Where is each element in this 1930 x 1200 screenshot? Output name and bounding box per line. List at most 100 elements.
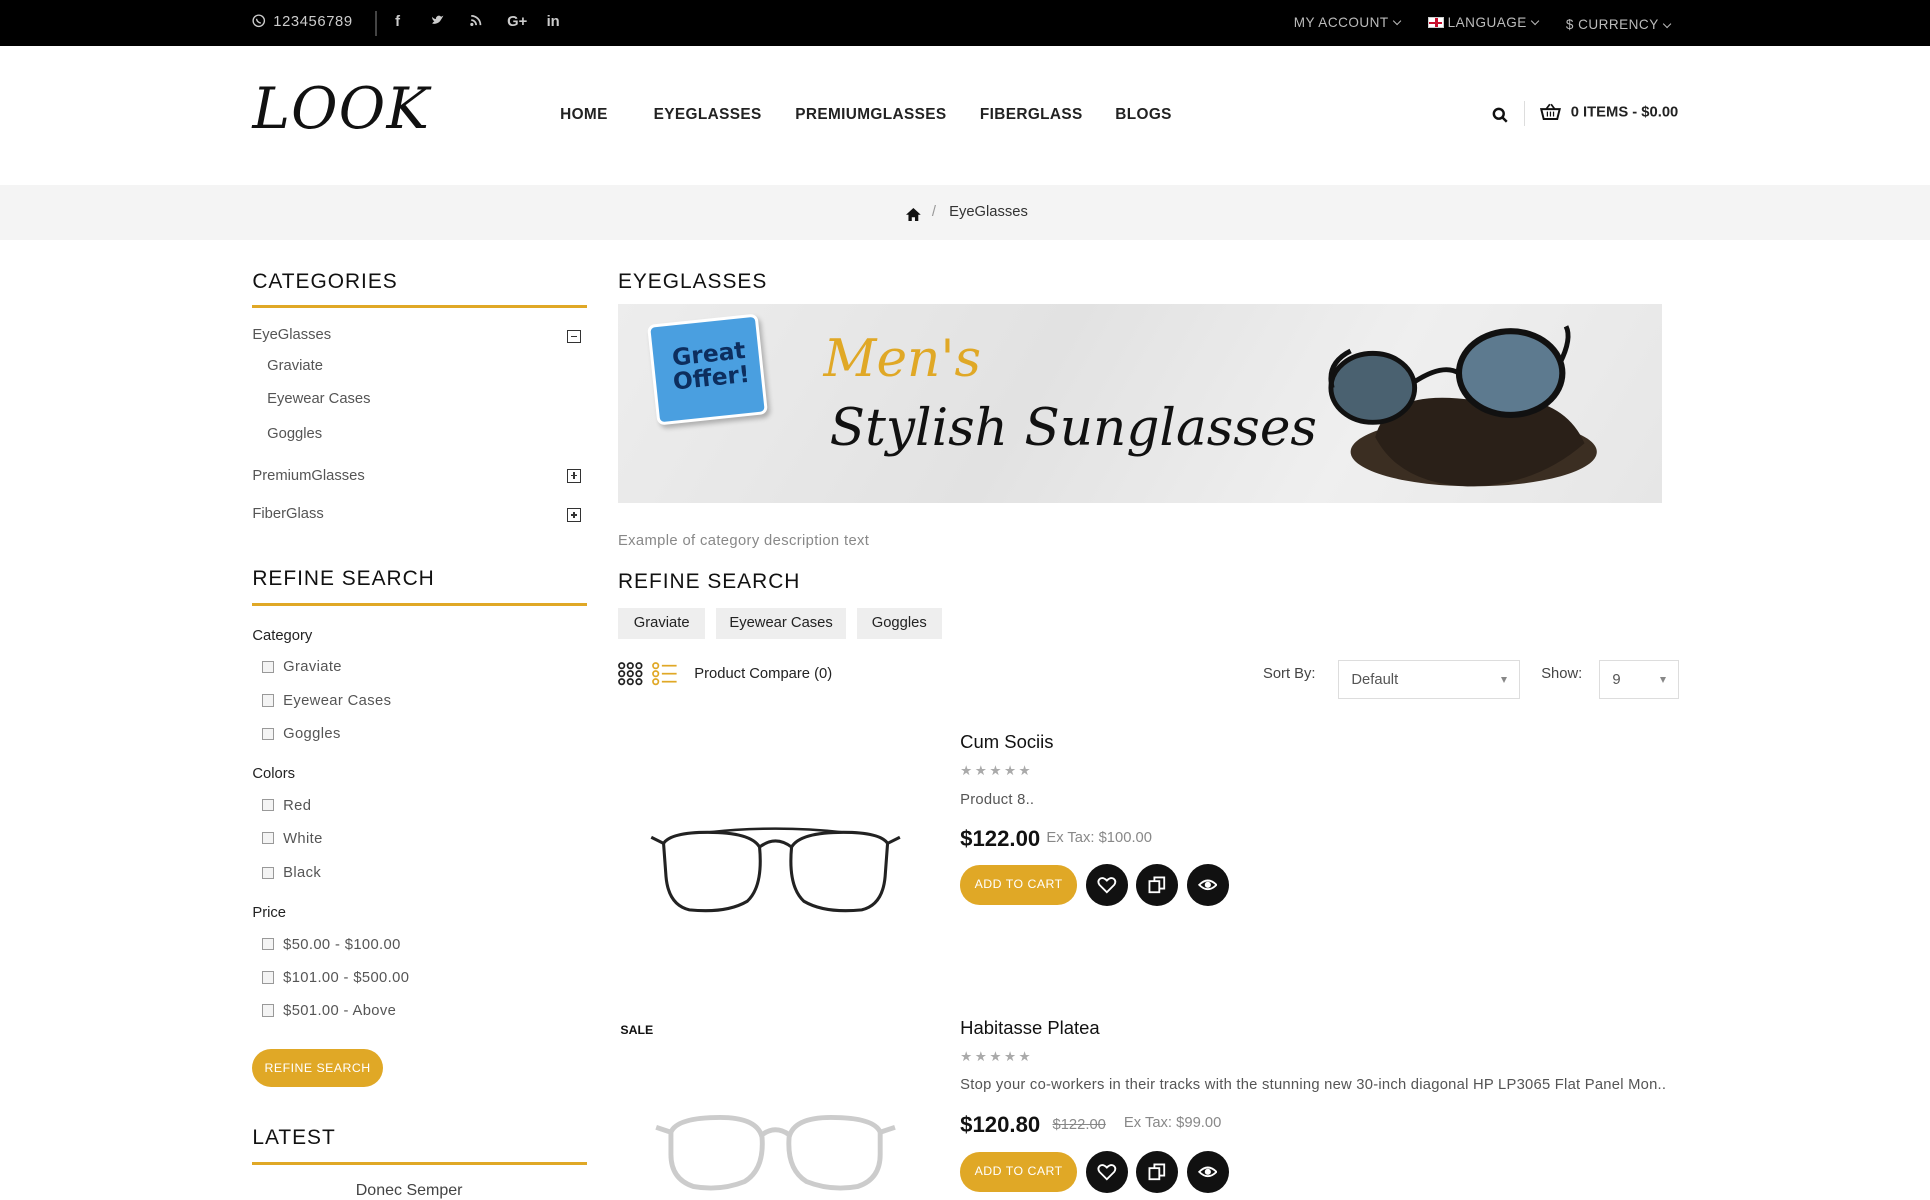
filter-option-label[interactable]: Goggles: [283, 726, 341, 742]
filter-option-label[interactable]: Eyewear Cases: [283, 693, 391, 709]
nav-eyeglasses[interactable]: EYEGLASSES: [654, 106, 762, 124]
filter-checkbox[interactable]: [262, 866, 275, 879]
subcategory-item[interactable]: Eyewear Cases: [267, 391, 370, 407]
site-logo[interactable]: LOOK: [252, 76, 430, 142]
eye-icon: [1197, 1166, 1218, 1178]
page-title: EYEGLASSES: [617, 269, 768, 293]
filter-checkbox[interactable]: [262, 938, 275, 951]
my-account-dropdown[interactable]: MY ACCOUNT: [1293, 14, 1402, 30]
sunglasses-image: [1328, 325, 1597, 487]
refine-search-title: REFINE SEARCH: [617, 569, 801, 593]
heart-icon: [1097, 1164, 1117, 1181]
collapse-icon[interactable]: [567, 329, 582, 344]
latest-product-link[interactable]: Donec Semper: [356, 1182, 463, 1200]
filter-checkbox[interactable]: [262, 694, 275, 707]
filter-checkbox[interactable]: [262, 971, 275, 984]
facebook-icon[interactable]: f: [395, 14, 400, 30]
product-price: $120.80: [960, 1111, 1041, 1137]
sort-select[interactable]: Default: [1338, 659, 1521, 700]
divider: [1523, 100, 1526, 126]
cart-summary: 0 ITEMS - $0.00: [1570, 104, 1679, 121]
heart-icon: [1097, 877, 1117, 894]
list-view-icon[interactable]: [652, 662, 678, 691]
rss-icon[interactable]: [470, 14, 482, 30]
add-to-cart-button[interactable]: ADD TO CART: [960, 865, 1078, 905]
nav-blogs[interactable]: BLOGS: [1115, 106, 1172, 124]
category-banner[interactable]: Great Offer! Men's Stylish Sunglasses: [617, 304, 1662, 504]
quick-view-button[interactable]: [1186, 864, 1229, 906]
show-select[interactable]: 9: [1599, 659, 1680, 700]
nav-fiberglass[interactable]: FIBERGLASS: [980, 106, 1083, 124]
category-fiberglass[interactable]: FiberGlass: [252, 506, 323, 522]
offer-sticker: Great Offer!: [647, 313, 769, 426]
compare-icon: [1148, 876, 1166, 894]
filter-option-label[interactable]: $101.00 - $500.00: [283, 970, 409, 986]
subcategory-item[interactable]: Graviate: [267, 358, 323, 374]
categories-title: CATEGORIES: [252, 269, 398, 293]
compare-button[interactable]: [1136, 864, 1179, 906]
top-bar: 123456789 f G+ in MY ACCOUNT LANGUAGE $ …: [0, 0, 1930, 46]
chevron-down-icon: [1500, 676, 1507, 683]
add-to-cart-button[interactable]: ADD TO CART: [960, 1152, 1078, 1192]
expand-icon[interactable]: [567, 508, 582, 522]
cart-button[interactable]: 0 ITEMS - $0.00: [1539, 103, 1679, 121]
refine-tag[interactable]: Goggles: [856, 608, 942, 639]
currency-label: $ CURRENCY: [1565, 17, 1659, 33]
filter-checkbox[interactable]: [262, 832, 275, 845]
wishlist-button[interactable]: [1085, 864, 1128, 906]
chevron-down-icon: [1662, 19, 1672, 29]
phone-text: 123456789: [273, 13, 353, 30]
search-icon[interactable]: [1492, 106, 1508, 129]
eye-icon: [1197, 879, 1218, 891]
twitter-icon[interactable]: [431, 14, 445, 30]
filter-group-label: Colors: [252, 765, 296, 782]
home-icon[interactable]: [906, 204, 921, 227]
ex-tax-price: Ex Tax: $99.00: [1123, 1115, 1222, 1132]
linkedin-icon[interactable]: in: [547, 14, 560, 30]
filter-checkbox[interactable]: [262, 1004, 275, 1017]
filter-checkbox[interactable]: [262, 661, 275, 674]
wishlist-button[interactable]: [1085, 1150, 1128, 1193]
product-name[interactable]: Cum Sociis: [960, 731, 1053, 753]
language-label: LANGUAGE: [1447, 14, 1527, 30]
product-name[interactable]: Habitasse Platea: [960, 1017, 1100, 1039]
currency-dropdown[interactable]: $ CURRENCY: [1565, 17, 1672, 33]
quick-view-button[interactable]: [1186, 1150, 1229, 1193]
breadcrumb-current[interactable]: EyeGlasses: [949, 204, 1028, 220]
divider: [375, 11, 377, 36]
title-underline: [252, 603, 588, 606]
filter-option-label[interactable]: Black: [283, 865, 321, 881]
compare-button[interactable]: [1136, 1150, 1179, 1193]
refine-tag[interactable]: Graviate: [617, 608, 706, 639]
breadcrumb-separator: /: [931, 204, 936, 221]
product-compare-link[interactable]: Product Compare (0): [694, 666, 832, 682]
filter-option-label[interactable]: $501.00 - Above: [283, 1003, 396, 1019]
phone-number[interactable]: 123456789: [252, 14, 352, 30]
nav-home[interactable]: HOME: [560, 106, 608, 124]
filter-checkbox[interactable]: [262, 798, 275, 812]
refine-search-title: REFINE SEARCH: [252, 567, 435, 591]
filter-option-label[interactable]: $50.00 - $100.00: [283, 937, 401, 953]
filter-option-label[interactable]: White: [283, 831, 323, 847]
chevron-down-icon: [1530, 16, 1540, 26]
language-dropdown[interactable]: LANGUAGE: [1427, 14, 1540, 30]
expand-icon[interactable]: [567, 469, 582, 483]
grid-view-icon[interactable]: [618, 662, 643, 691]
subcategory-item[interactable]: Goggles: [267, 426, 322, 442]
category-eyeglasses[interactable]: EyeGlasses: [252, 327, 331, 343]
refine-search-button[interactable]: REFINE SEARCH: [252, 1048, 383, 1087]
category-premiumglasses[interactable]: PremiumGlasses: [252, 468, 364, 484]
refine-tag[interactable]: Eyewear Cases: [716, 608, 846, 639]
nav-premiumglasses[interactable]: PREMIUMGLASSES: [795, 106, 946, 124]
banner-line-2: Stylish Sunglasses: [829, 397, 1317, 458]
filter-checkbox[interactable]: [262, 727, 275, 740]
product-price: $122.00: [960, 826, 1041, 851]
breadcrumb: / EyeGlasses: [0, 184, 1930, 241]
google-plus-icon[interactable]: G+: [507, 14, 527, 30]
filter-option-label[interactable]: Graviate: [283, 659, 342, 675]
product-image[interactable]: [634, 788, 917, 948]
product-image[interactable]: [634, 1083, 917, 1200]
filter-option-label[interactable]: Red: [283, 798, 311, 814]
sort-label: Sort By:: [1263, 665, 1316, 682]
my-account-label: MY ACCOUNT: [1293, 14, 1389, 30]
